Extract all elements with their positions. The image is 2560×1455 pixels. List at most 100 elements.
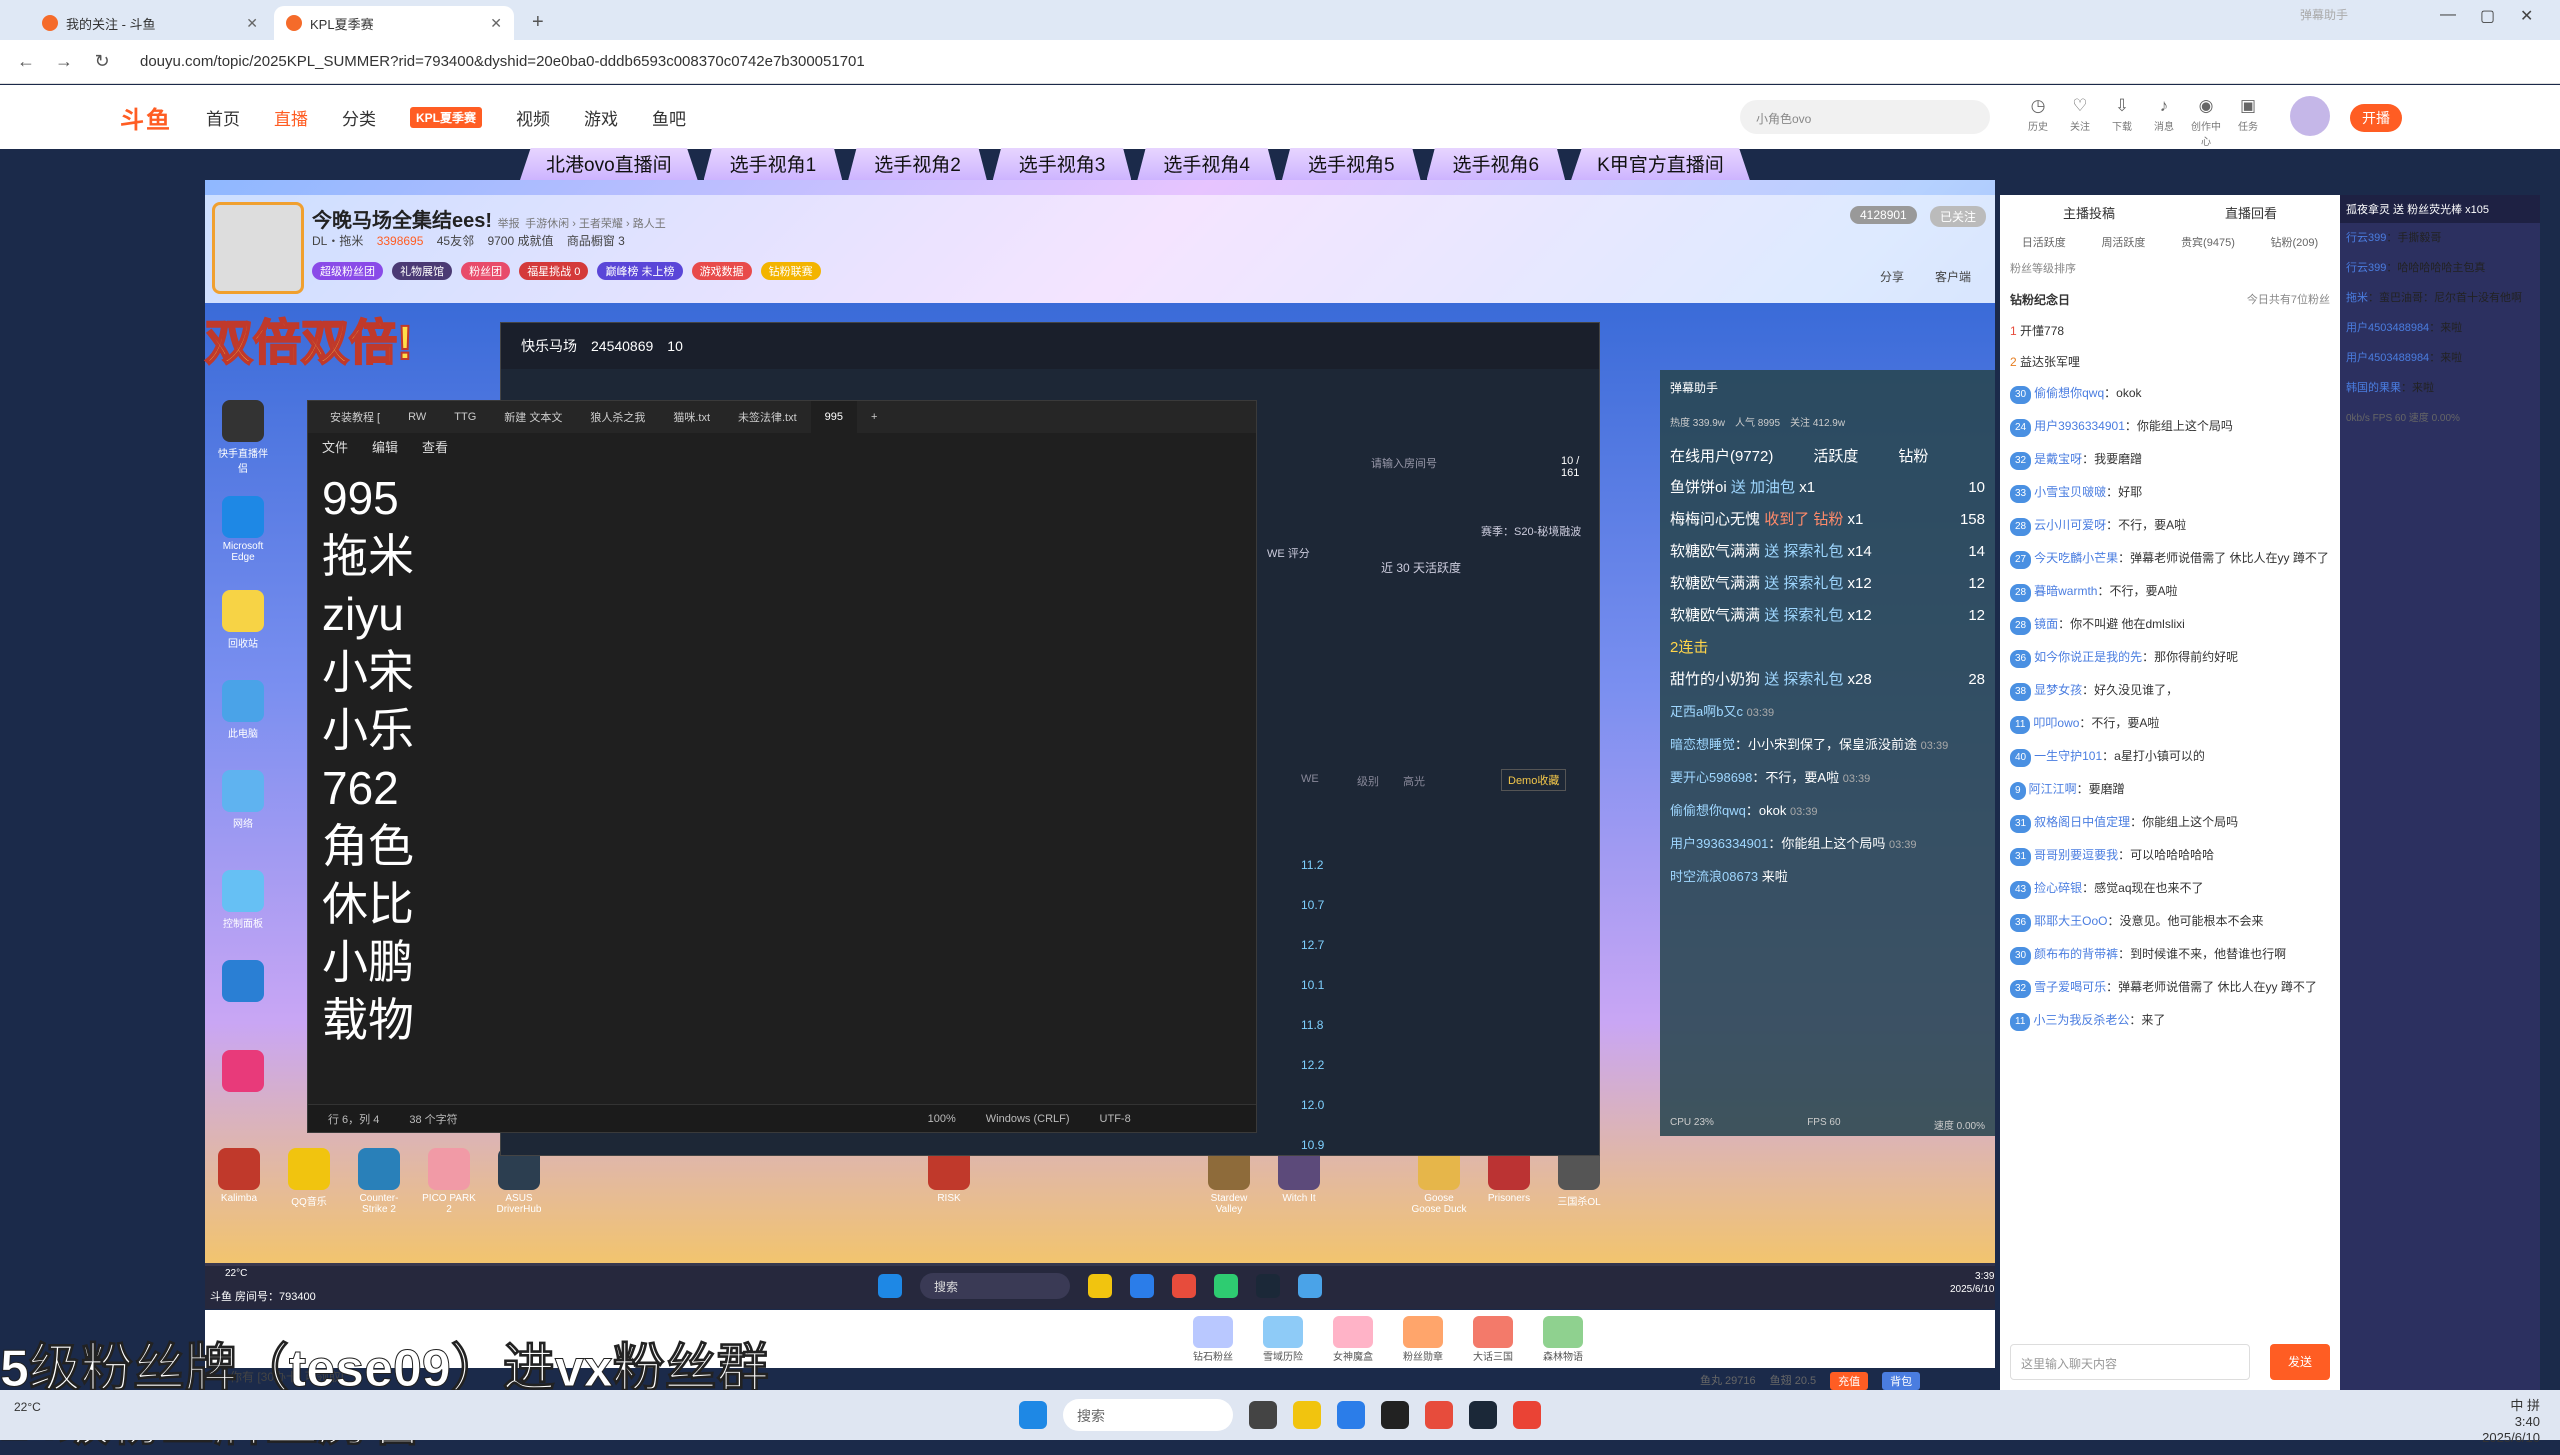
shop-level[interactable]: 商品橱窗 3: [567, 234, 625, 248]
host-name[interactable]: DL・拖米: [312, 234, 363, 248]
app-icon[interactable]: [1425, 1401, 1453, 1429]
season-select[interactable]: 赛季：S20-秘境融波: [1481, 523, 1581, 539]
gift-item[interactable]: 雪域历险: [1255, 1316, 1311, 1363]
edge-icon[interactable]: [1337, 1401, 1365, 1429]
creator-button[interactable]: ◉ 创作中心: [2188, 96, 2224, 148]
encoding[interactable]: UTF-8: [1100, 1113, 1131, 1125]
stream-tab[interactable]: 选手视角1: [703, 148, 843, 180]
tab-weekly[interactable]: 周活跃度: [2101, 234, 2145, 250]
desktop-icon[interactable]: 三国杀OL: [1550, 1148, 1608, 1208]
app-icon[interactable]: [1381, 1401, 1409, 1429]
fan-rank-sort[interactable]: 粉丝等级排序: [2000, 254, 2340, 285]
gift-item[interactable]: 大话三国: [1465, 1316, 1521, 1363]
backpack-button[interactable]: 背包: [1882, 1372, 1921, 1390]
desktop-icon[interactable]: [214, 960, 272, 1005]
room-tag[interactable]: 巅峰榜 未上榜: [597, 262, 683, 280]
recharge-button[interactable]: 充值: [1830, 1372, 1869, 1390]
nav-home[interactable]: 首页: [206, 105, 240, 130]
room-tag[interactable]: 钻粉联赛: [760, 262, 821, 280]
tab-daily[interactable]: 日活跃度: [2022, 234, 2066, 250]
douyu-logo[interactable]: 斗鱼: [120, 100, 172, 135]
desktop-icon[interactable]: QQ音乐: [280, 1148, 338, 1208]
send-button[interactable]: 发送: [2270, 1344, 2330, 1380]
desktop-icon[interactable]: [214, 1050, 272, 1095]
room-category[interactable]: 手游休闲 › 王者荣耀 › 路人王: [525, 218, 666, 230]
site-search-input[interactable]: 小角色ovo: [1740, 100, 1990, 134]
user-avatar[interactable]: [2290, 96, 2330, 136]
notepad-tab[interactable]: 安装教程 [: [316, 401, 394, 433]
tab-diamond-fans[interactable]: 钻粉: [1898, 445, 1928, 466]
tab-vip[interactable]: 贵宾(9475): [2181, 234, 2235, 250]
menu-file[interactable]: 文件: [322, 437, 348, 456]
nav-video[interactable]: 视频: [516, 105, 550, 130]
app-icon[interactable]: [1172, 1274, 1196, 1298]
desktop-icon[interactable]: 网络: [214, 770, 272, 830]
desktop-icon[interactable]: Goose Goose Duck: [1410, 1148, 1468, 1215]
reload-icon[interactable]: ↻: [92, 51, 112, 72]
folder-icon[interactable]: [1088, 1274, 1112, 1298]
tab-diamond[interactable]: 钻粉(209): [2270, 234, 2318, 250]
back-icon[interactable]: ←: [16, 51, 36, 72]
room-tag[interactable]: 粉丝团: [461, 262, 511, 280]
os-search[interactable]: 搜索: [1063, 1399, 1233, 1431]
ime-mode[interactable]: 拼: [2527, 1398, 2540, 1413]
desktop-icon[interactable]: Stardew Valley: [1200, 1148, 1258, 1215]
desktop-icon[interactable]: 快手直播伴侣: [214, 400, 272, 475]
new-notepad-tab-button[interactable]: +: [857, 401, 891, 433]
nav-live[interactable]: 直播: [274, 105, 308, 130]
stream-tab[interactable]: 选手视角3: [992, 148, 1132, 180]
notepad-text-area[interactable]: 995 拖米 ziyu 小宋 小乐 762 角色 休比 小鹏 载物: [308, 459, 1256, 1059]
close-window-icon[interactable]: ✕: [2520, 6, 2533, 26]
notepad-tab[interactable]: 新建 文本文: [490, 401, 576, 433]
message-button[interactable]: ♪ 消息: [2146, 96, 2182, 133]
game-search-input[interactable]: 请输入房间号: [1371, 455, 1437, 471]
steam-icon[interactable]: [1469, 1401, 1497, 1429]
nav-category[interactable]: 分类: [342, 105, 376, 130]
desktop-icon[interactable]: 回收站: [214, 590, 272, 650]
notepad-tab[interactable]: RW: [394, 401, 440, 433]
browser-tab-active[interactable]: KPL夏季赛 ✕: [274, 6, 514, 40]
rank-row[interactable]: 1 开懂778: [2000, 316, 2340, 347]
desktop-icon[interactable]: Microsoft Edge: [214, 496, 272, 563]
new-tab-button[interactable]: +: [518, 11, 558, 40]
client-button[interactable]: 客户端: [1935, 268, 1971, 285]
minimize-icon[interactable]: —: [2440, 6, 2456, 24]
stream-tab[interactable]: 选手视角2: [848, 148, 987, 180]
notepad-tab[interactable]: TTG: [440, 401, 490, 433]
edge-icon[interactable]: [1130, 1274, 1154, 1298]
tab-activity[interactable]: 活跃度: [1813, 445, 1858, 466]
menu-edit[interactable]: 编辑: [372, 437, 398, 456]
desktop-icon[interactable]: 此电脑: [214, 680, 272, 740]
folder-icon[interactable]: [1293, 1401, 1321, 1429]
desktop-icon[interactable]: 控制面板: [214, 870, 272, 930]
gift-item[interactable]: 钻石粉丝: [1185, 1316, 1241, 1363]
close-tab-icon[interactable]: ✕: [490, 15, 502, 32]
app-icon[interactable]: [1249, 1401, 1277, 1429]
task-button[interactable]: ▣ 任务: [2230, 96, 2266, 133]
nav-game[interactable]: 游戏: [584, 105, 618, 130]
room-tag[interactable]: 游戏数据: [691, 262, 752, 280]
tab-host-submission[interactable]: 主播投稿: [2063, 203, 2115, 222]
gift-item[interactable]: 森林物语: [1535, 1316, 1591, 1363]
room-tag[interactable]: 福星挑战 0: [519, 262, 589, 280]
room-tag[interactable]: 超级粉丝团: [312, 262, 383, 280]
app-icon[interactable]: [1214, 1274, 1238, 1298]
zoom-level[interactable]: 100%: [928, 1113, 956, 1125]
follow-button[interactable]: ♡ 关注: [2062, 96, 2098, 133]
gift-item[interactable]: 女神魔盒: [1325, 1316, 1381, 1363]
notepad-icon[interactable]: [1298, 1274, 1322, 1298]
nav-kpl[interactable]: KPL夏季赛: [410, 106, 483, 128]
notepad-tab[interactable]: 狼人杀之我: [576, 401, 659, 433]
windows-start-icon[interactable]: [1019, 1401, 1047, 1429]
taskbar-search[interactable]: 搜索: [920, 1273, 1070, 1299]
start-live-button[interactable]: 开播: [2350, 104, 2402, 132]
host-avatar[interactable]: [212, 202, 304, 294]
line-ending[interactable]: Windows (CRLF): [986, 1113, 1070, 1125]
url-field[interactable]: douyu.com/topic/2025KPL_SUMMER?rid=79340…: [140, 53, 865, 70]
nav-yuba[interactable]: 鱼吧: [652, 105, 686, 130]
forward-icon[interactable]: →: [54, 51, 74, 72]
notepad-tab[interactable]: 猫咪.txt: [659, 401, 724, 433]
desktop-icon[interactable]: ASUS DriverHub: [490, 1148, 548, 1215]
download-button[interactable]: ⇩ 下载: [2104, 96, 2140, 133]
desktop-icon[interactable]: Counter-Strike 2: [350, 1148, 408, 1215]
